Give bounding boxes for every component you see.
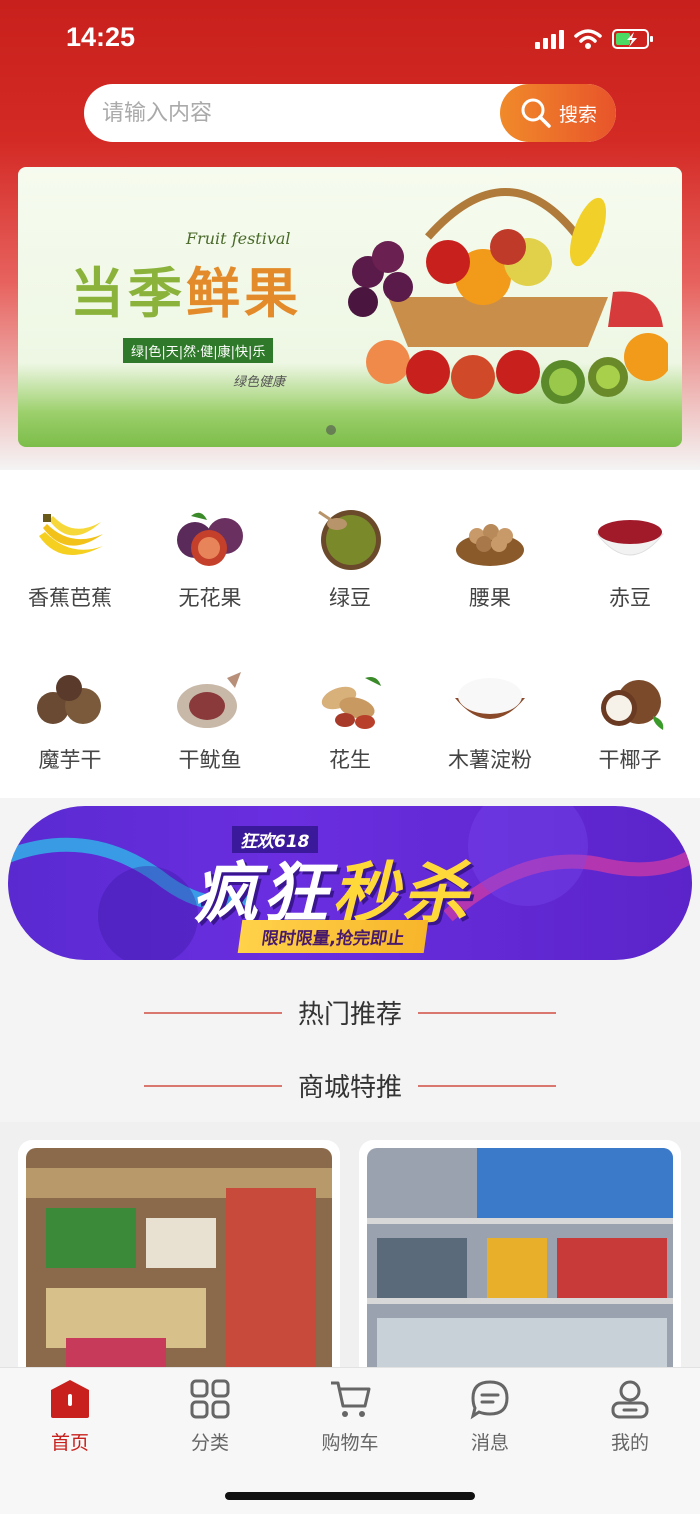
banner-pagination-dot[interactable] [326, 425, 336, 435]
search-bar: 搜索 [84, 84, 616, 142]
mung-bean-icon [318, 510, 381, 570]
fig-icon [177, 512, 243, 566]
fruit-basket-image [348, 188, 668, 404]
store-card[interactable] [18, 1140, 340, 1380]
home-indicator [225, 1492, 475, 1500]
divider [418, 1011, 556, 1014]
banner-tagline: 绿|色|天|然·健|康|快|乐 [123, 338, 274, 363]
starch-icon [455, 678, 525, 719]
category-label: 赤豆 [609, 586, 651, 610]
category-item[interactable]: 花生 [280, 668, 420, 774]
konjac-icon [37, 675, 101, 724]
banner-title: 当季鲜果 [70, 249, 302, 328]
category-label: 干鱿鱼 [178, 748, 242, 772]
category-label: 花生 [329, 748, 371, 772]
category-icon [190, 1379, 230, 1419]
promo-tagline: 限时限量,抢完即止 [237, 920, 429, 953]
banana-icon [39, 514, 103, 555]
tab-label: 我的 [610, 1432, 649, 1454]
category-label: 无花果 [178, 586, 242, 610]
message-icon [470, 1380, 509, 1420]
store-image [26, 1148, 332, 1380]
tab-cart[interactable]: 购物车 [280, 1378, 420, 1455]
tab-home[interactable]: 首页 [0, 1378, 140, 1455]
coconut-icon [601, 680, 664, 730]
category-label: 香蕉芭蕉 [28, 586, 112, 610]
tab-label: 首页 [50, 1432, 89, 1454]
tab-category[interactable]: 分类 [140, 1378, 280, 1455]
search-button-label: 搜索 [558, 103, 597, 126]
category-item[interactable]: 干椰子 [560, 668, 700, 774]
divider [418, 1084, 556, 1087]
cashew-icon [456, 524, 524, 566]
section-mall-title: 商城特推 [297, 1073, 402, 1103]
tab-profile[interactable]: 我的 [560, 1378, 700, 1455]
search-button[interactable]: 搜索 [500, 84, 616, 142]
cart-icon [331, 1381, 371, 1417]
section-hot: 热门推荐 [0, 994, 700, 1031]
battery-icon [612, 29, 653, 49]
category-label: 干椰子 [598, 748, 662, 772]
tab-label: 购物车 [321, 1432, 379, 1454]
category-item[interactable]: 魔芋干 [0, 668, 140, 774]
banner-title-part1: 当季 [70, 261, 186, 325]
category-label: 腰果 [469, 586, 511, 610]
category-label: 魔芋干 [38, 748, 102, 772]
tab-label: 消息 [470, 1432, 509, 1454]
divider [143, 1011, 282, 1014]
category-item[interactable]: 无花果 [140, 506, 280, 612]
category-item[interactable]: 赤豆 [560, 506, 700, 612]
search-icon [521, 98, 551, 128]
home-icon [51, 1380, 89, 1418]
section-hot-title: 热门推荐 [297, 1000, 402, 1030]
flash-sale-banner[interactable]: 狂欢618 疯狂秒杀 限时限量,抢完即止 [8, 806, 692, 960]
banner-title-part2: 鲜果 [186, 261, 302, 325]
store-image [367, 1148, 673, 1380]
hero-banner[interactable]: Fruit festival 当季鲜果 绿|色|天|然·健|康|快|乐 绿色健康 [18, 167, 682, 447]
search-input[interactable] [102, 84, 482, 142]
category-grid: 香蕉芭蕉 无花果 绿豆 腰果 赤豆 魔芋干 干鱿鱼 花生 木薯淀粉 干椰子 [0, 470, 700, 798]
tab-label: 分类 [190, 1432, 229, 1454]
signal-icon [535, 29, 564, 49]
category-item[interactable]: 干鱿鱼 [140, 668, 280, 774]
divider [143, 1084, 282, 1087]
red-bean-icon [595, 520, 665, 556]
banner-subtitle-en: Fruit festival [186, 229, 291, 248]
squid-icon [177, 672, 241, 728]
wifi-icon [574, 29, 602, 49]
tab-message[interactable]: 消息 [420, 1378, 560, 1455]
category-label: 绿豆 [329, 586, 371, 610]
store-card[interactable] [359, 1140, 681, 1380]
status-bar: 14:25 [0, 0, 700, 80]
category-item[interactable]: 绿豆 [280, 506, 420, 612]
status-time: 14:25 [66, 22, 136, 52]
category-label: 木薯淀粉 [448, 748, 532, 772]
section-mall: 商城特推 [0, 1067, 700, 1104]
banner-signature: 绿色健康 [233, 375, 286, 390]
category-item[interactable]: 木薯淀粉 [420, 668, 560, 774]
status-icons [535, 28, 654, 50]
user-icon [611, 1380, 649, 1419]
category-item[interactable]: 腰果 [420, 506, 560, 612]
category-item[interactable]: 香蕉芭蕉 [0, 506, 140, 612]
peanut-icon [321, 677, 381, 729]
